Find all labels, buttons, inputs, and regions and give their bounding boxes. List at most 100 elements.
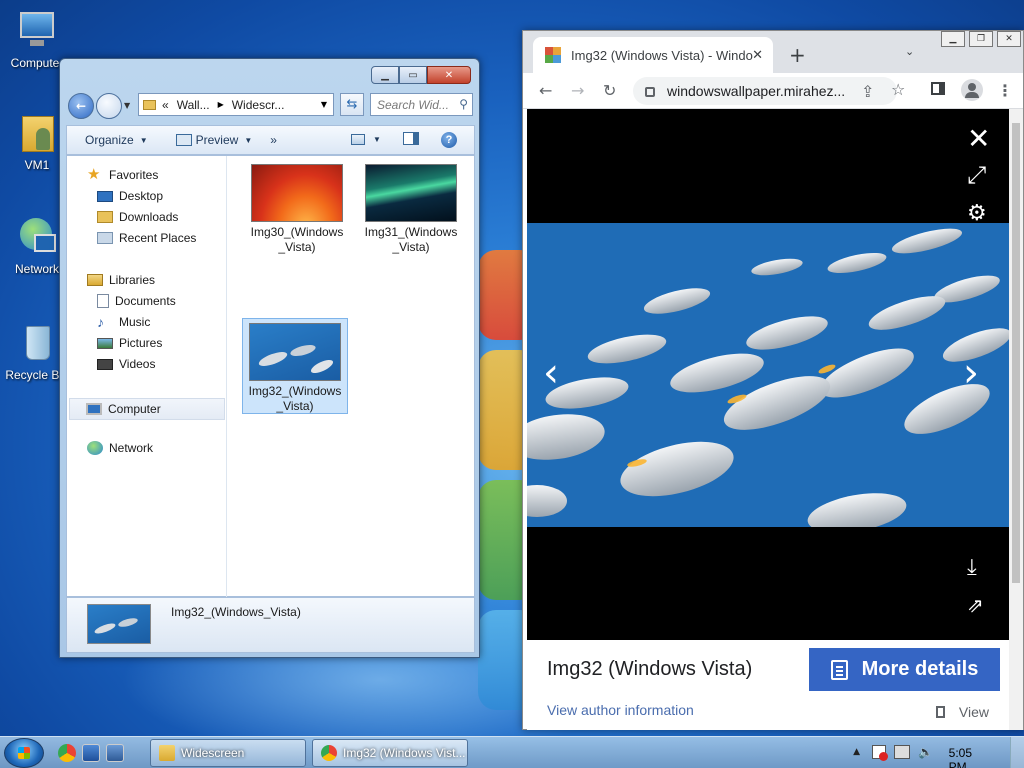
file-name-cont: _Vista): [276, 399, 314, 413]
tab-close-icon[interactable]: ✕: [752, 47, 763, 63]
show-hidden-icons-chevron-icon[interactable]: ▲: [853, 747, 860, 757]
browser-window-controls: ▁ ❐ ✕: [941, 31, 1023, 47]
close-button[interactable]: ✕: [427, 66, 471, 84]
breadcrumb-separator-icon[interactable]: ▶: [218, 100, 224, 109]
taskbar-button-explorer[interactable]: Widescreen: [150, 739, 306, 767]
address-bar[interactable]: « Wall... ▶ Widescr... ▼: [138, 93, 334, 116]
taskbar-button-chrome[interactable]: Img32 (Windows Vist...: [312, 739, 468, 767]
back-arrow-icon[interactable]: ←: [539, 81, 552, 100]
chevron-down-icon: ▼: [244, 135, 253, 145]
chrome-icon: [321, 745, 337, 761]
next-image-chevron-icon[interactable]: ›: [963, 353, 979, 393]
nav-label: Network: [109, 441, 154, 455]
tab-search-chevron-icon[interactable]: ⌄: [905, 45, 914, 58]
chrome-icon[interactable]: [58, 744, 76, 762]
more-menu-icon[interactable]: ⋮: [997, 81, 1013, 100]
switch-windows-icon[interactable]: [106, 744, 124, 762]
back-button[interactable]: ←: [68, 93, 94, 119]
network-status-icon[interactable]: [894, 745, 910, 759]
breadcrumb-wallpapers[interactable]: Wall...: [177, 98, 210, 112]
reload-icon[interactable]: ↻: [603, 81, 616, 100]
view-link[interactable]: View: [936, 704, 989, 720]
close-button[interactable]: ✕: [997, 31, 1021, 47]
nav-label: Music: [119, 315, 151, 329]
start-button[interactable]: [4, 738, 44, 768]
clock[interactable]: 5:05 PM: [949, 746, 972, 768]
user-folder-icon: [16, 112, 58, 154]
help-icon[interactable]: ?: [441, 132, 459, 148]
address-bar[interactable]: windowswallpaper.mirahez...: [633, 77, 897, 105]
more-commands-button[interactable]: »: [270, 133, 277, 147]
volume-muted-icon[interactable]: 🔈: [918, 745, 933, 759]
profile-avatar-icon[interactable]: [961, 79, 983, 101]
forward-arrow-icon[interactable]: →: [571, 81, 584, 100]
more-details-button[interactable]: More details: [809, 648, 1000, 691]
nav-pictures[interactable]: Pictures: [97, 336, 162, 350]
change-view-icon[interactable]: [351, 132, 369, 148]
nav-label: Favorites: [109, 168, 159, 182]
file-name: Img32_(Windows: [248, 384, 342, 398]
window-controls: ▁ ▭ ✕: [371, 66, 471, 84]
more-details-label: More details: [861, 658, 979, 680]
nav-label: Computer: [108, 402, 161, 416]
search-input[interactable]: Search Wid... ⚲: [370, 93, 473, 116]
nav-network[interactable]: Network: [87, 441, 153, 455]
share-out-icon[interactable]: ⇗: [967, 595, 984, 615]
nav-recent-places[interactable]: Recent Places: [97, 231, 196, 245]
view-author-link[interactable]: View author information: [547, 702, 694, 718]
content-pane: ★ Favorites Desktop Downloads Recent Pla…: [66, 155, 475, 598]
settings-gear-icon[interactable]: ⚙: [967, 203, 987, 225]
nav-desktop[interactable]: Desktop: [97, 189, 163, 203]
preview-button[interactable]: Preview ▼: [175, 133, 253, 147]
folder-icon: [143, 99, 156, 110]
refresh-button[interactable]: ⇆: [340, 93, 364, 116]
recent-places-icon: [97, 232, 113, 244]
address-root-arrow[interactable]: «: [162, 98, 169, 112]
libraries-icon: [87, 274, 103, 286]
show-desktop-button[interactable]: [1010, 737, 1024, 768]
show-desktop-icon[interactable]: [82, 744, 100, 762]
pictures-icon: [97, 337, 113, 349]
organize-button[interactable]: Organize ▼: [85, 133, 148, 147]
preview-pane-icon[interactable]: [403, 132, 421, 148]
page-scrollbar[interactable]: [1009, 109, 1023, 730]
nav-documents[interactable]: Documents: [97, 294, 176, 308]
expand-icon[interactable]: ⤢: [967, 163, 986, 187]
file-item-img30[interactable]: Img30_(Windows _Vista): [243, 164, 351, 255]
nav-downloads[interactable]: Downloads: [97, 210, 178, 224]
recent-pages-chevron-icon[interactable]: ▼: [124, 101, 130, 110]
action-center-flag-icon[interactable]: [872, 745, 888, 761]
forward-button[interactable]: [96, 93, 122, 119]
nav-libraries[interactable]: Libraries: [87, 273, 155, 287]
previous-image-chevron-icon[interactable]: ‹: [543, 353, 559, 393]
restore-button[interactable]: ❐: [969, 31, 993, 47]
share-icon[interactable]: ⇪: [861, 82, 874, 101]
maximize-button[interactable]: ▭: [399, 66, 427, 84]
browser-window[interactable]: Img32 (Windows Vista) - Windo ✕ + ⌄ ▁ ❐ …: [522, 30, 1024, 730]
view-options-chevron-icon[interactable]: ▼: [373, 135, 391, 151]
lock-icon[interactable]: [645, 87, 655, 97]
view-label: View: [958, 704, 989, 720]
minimize-button[interactable]: ▁: [941, 31, 965, 47]
breadcrumb-widescreen[interactable]: Widescr...: [232, 98, 285, 112]
explorer-window[interactable]: ▁ ▭ ✕ ← ▼ « Wall... ▶ Widescr... ▼ ⇆ Sea…: [59, 58, 480, 658]
file-name: Img30_(Windows: [250, 225, 344, 239]
new-tab-button[interactable]: +: [789, 43, 806, 67]
nav-favorites[interactable]: ★ Favorites: [87, 167, 159, 182]
file-item-img32[interactable]: Img32_(Windows _Vista): [242, 318, 348, 414]
close-viewer-icon[interactable]: ✕: [967, 125, 990, 153]
tab-strip: Img32 (Windows Vista) - Windo ✕ + ⌄ ▁ ❐ …: [523, 31, 1023, 73]
file-name-cont: _Vista): [392, 240, 430, 254]
nav-videos[interactable]: Videos: [97, 357, 155, 371]
bookmark-star-icon[interactable]: ☆: [891, 80, 905, 99]
address-dropdown-icon[interactable]: ▼: [321, 100, 327, 109]
browser-tab-active[interactable]: Img32 (Windows Vista) - Windo ✕: [533, 37, 773, 73]
file-item-img31[interactable]: Img31_(Windows _Vista): [357, 164, 465, 255]
nav-computer[interactable]: Computer: [69, 398, 225, 420]
minimize-button[interactable]: ▁: [371, 66, 399, 84]
nav-music[interactable]: ♪ Music: [97, 315, 150, 329]
download-icon[interactable]: ⤓: [967, 557, 977, 579]
search-icon[interactable]: ⚲: [459, 97, 468, 111]
side-panel-icon[interactable]: [931, 82, 945, 95]
scrollbar-thumb[interactable]: [1012, 123, 1020, 583]
